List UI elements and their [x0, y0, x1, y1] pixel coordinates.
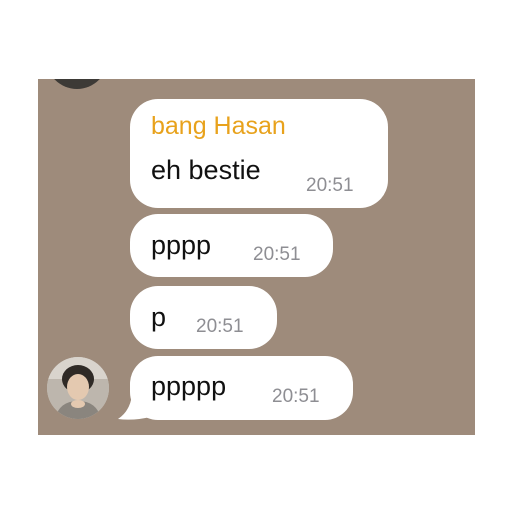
previous-avatar[interactable]	[46, 79, 108, 89]
message-text: ppppp	[151, 371, 227, 401]
message-text: pppp	[151, 230, 212, 260]
message-bubble[interactable]: ppppp 20:51	[130, 356, 353, 420]
message-bubble[interactable]: bang Hasan eh bestie 20:51	[130, 99, 388, 208]
message-time: 20:51	[272, 386, 320, 407]
message-text: eh bestie	[151, 155, 261, 185]
message-time: 20:51	[306, 175, 354, 196]
sender-name[interactable]: bang Hasan	[151, 111, 286, 141]
message-bubble[interactable]: p 20:51	[130, 286, 277, 349]
message-bubble[interactable]: pppp 20:51	[130, 214, 333, 277]
message-time: 20:51	[253, 244, 301, 265]
message-time: 20:51	[196, 316, 244, 337]
chat-view: bang Hasan eh bestie 20:51 pppp 20:51 p …	[38, 79, 475, 435]
message-text: p	[151, 302, 167, 332]
user-avatar-icon[interactable]	[47, 357, 109, 419]
